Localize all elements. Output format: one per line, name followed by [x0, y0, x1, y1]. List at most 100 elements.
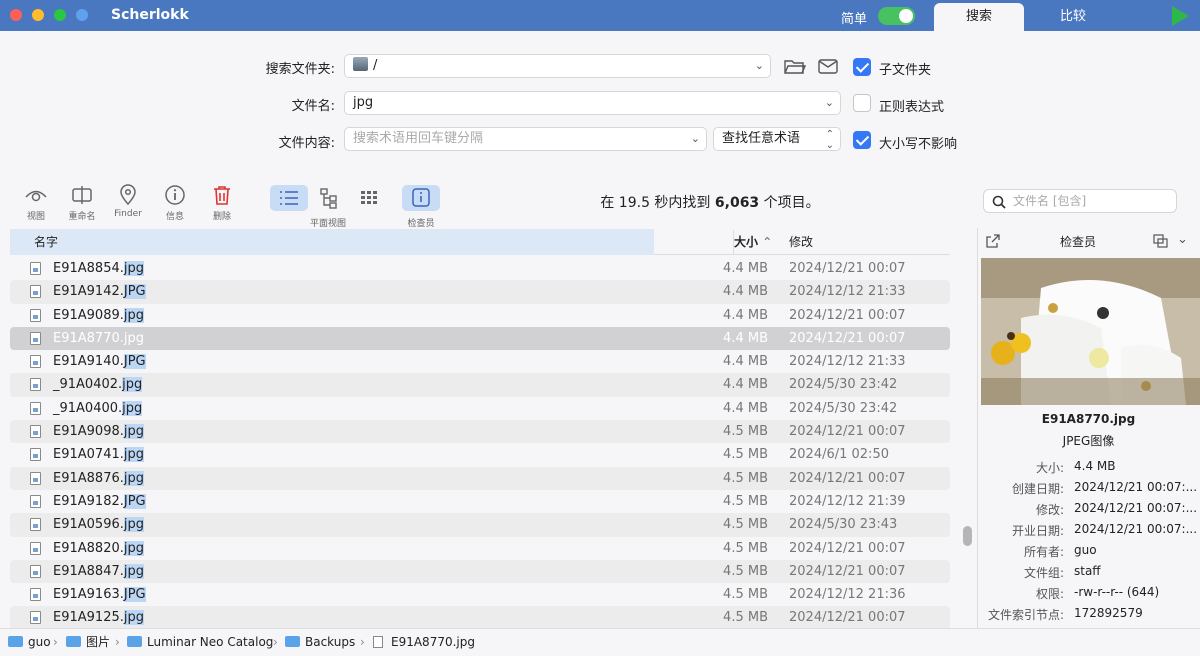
folder-label: 搜索文件夹:	[265, 62, 335, 77]
file-name: E91A8876.jpg	[53, 467, 144, 490]
size-column-header[interactable]: 大小 ⌃	[733, 230, 772, 254]
file-row[interactable]: E91A8770.jpg 4.4 MB 2024/12/21 00:07	[10, 326, 950, 351]
inspector-button[interactable]	[402, 185, 440, 211]
file-size: 4.5 MB	[723, 447, 768, 463]
file-row[interactable]: E91A9089.jpg 4.4 MB 2024/12/21 00:07	[10, 304, 950, 327]
info-label: 信息	[165, 212, 184, 222]
file-row[interactable]: E91A8854.jpg 4.4 MB 2024/12/21 00:07	[10, 257, 950, 280]
image-file-icon	[30, 471, 41, 485]
breadcrumb-item-guo[interactable]: guo	[8, 629, 51, 656]
file-modified-date: 2024/12/21 00:07	[789, 424, 906, 440]
property-value: 4.4 MB	[1074, 459, 1116, 473]
name-column-header[interactable]	[10, 229, 654, 255]
file-size: 4.5 MB	[723, 470, 768, 486]
folder-select[interactable]: / ⌄	[344, 54, 771, 78]
folder-open-icon[interactable]	[784, 58, 806, 74]
case-insensitive-checkbox[interactable]	[853, 131, 871, 149]
inspector-file-type: JPEG图像	[1062, 434, 1115, 448]
disk-icon	[353, 57, 368, 71]
filename-filter-input[interactable]: 文件名 [包含]	[983, 189, 1177, 213]
delete-button[interactable]: 删除	[202, 184, 242, 222]
regex-label: 正则表达式	[879, 100, 945, 115]
file-list[interactable]: E91A8854.jpg 4.4 MB 2024/12/21 00:07 E91A91…	[10, 257, 950, 630]
file-name: E91A0596.jpg	[53, 513, 144, 536]
file-row[interactable]: _91A0402.jpg 4.4 MB 2024/5/30 23:42	[10, 373, 950, 397]
close-window-button[interactable]	[10, 9, 22, 21]
file-base-name: E91A0741.	[53, 447, 124, 463]
breadcrumb-item-pictures[interactable]: 图片	[66, 629, 110, 656]
content-input[interactable]: 搜索术语用回车键分隔 ⌄	[344, 127, 707, 151]
grid-view-button[interactable]	[350, 185, 388, 211]
rename-button[interactable]: 重命名	[62, 184, 102, 222]
filename-input[interactable]: jpg ⌄	[344, 91, 841, 115]
file-extension-match: jpg	[123, 424, 144, 440]
chevron-down-icon: ⌄	[690, 132, 700, 145]
file-row[interactable]: E91A9125.jpg 4.5 MB 2024/12/21 00:07	[10, 606, 950, 630]
file-modified-date: 2024/12/12 21:36	[789, 587, 906, 603]
breadcrumb-label: Backups	[305, 635, 356, 649]
mail-icon[interactable]	[818, 59, 838, 74]
finder-button[interactable]: Finder	[108, 184, 148, 219]
file-modified-date: 2024/12/12 21:39	[789, 493, 906, 509]
results-summary: 在 19.5 秒内找到 6,063 个项目。	[480, 192, 940, 212]
file-name: E91A9125.jpg	[53, 606, 144, 629]
file-name: E91A0741.jpg	[53, 443, 144, 466]
zoom-window-button[interactable]	[54, 9, 66, 21]
image-file-icon	[30, 518, 41, 532]
file-row[interactable]: E91A8820.jpg 4.5 MB 2024/12/21 00:07	[10, 537, 950, 560]
tab-search[interactable]: 搜索	[934, 3, 1024, 31]
view-label: 视图	[26, 212, 45, 222]
file-row[interactable]: E91A9140.JPG 4.4 MB 2024/12/12 21:33	[10, 350, 950, 373]
file-row[interactable]: E91A0596.jpg 4.5 MB 2024/5/30 23:43	[10, 513, 950, 537]
file-modified-date: 2024/5/30 23:42	[789, 377, 898, 393]
list-scrollbar[interactable]	[963, 526, 972, 546]
chevron-down-icon[interactable]: ⌄	[1177, 232, 1188, 247]
title-bar: Scherlokk 简单 搜索 比较	[0, 0, 1200, 31]
file-base-name: E91A9163.	[53, 587, 124, 603]
modified-column-header[interactable]: 修改	[789, 230, 813, 254]
tree-view-button[interactable]	[310, 185, 348, 211]
minimize-window-button[interactable]	[32, 9, 44, 21]
file-size: 4.5 MB	[723, 587, 768, 603]
filename-label: 文件名:	[291, 99, 335, 114]
folder-icon	[285, 636, 300, 647]
file-row[interactable]: E91A9163.JPG 4.5 MB 2024/12/12 21:36	[10, 583, 950, 606]
tab-compare[interactable]: 比较	[1028, 3, 1118, 31]
file-row[interactable]: E91A9142.JPG 4.4 MB 2024/12/12 21:33	[10, 280, 950, 304]
file-row[interactable]: E91A0741.jpg 4.5 MB 2024/6/1 02:50	[10, 443, 950, 466]
file-extension-match: jpg	[123, 307, 144, 323]
breadcrumb-item-backups[interactable]: Backups	[285, 629, 355, 656]
file-row[interactable]: _91A0400.jpg 4.4 MB 2024/5/30 23:42	[10, 397, 950, 420]
size-column-label: 大小	[734, 235, 759, 249]
image-file-icon	[30, 401, 41, 415]
file-base-name: _91A0400.	[53, 400, 123, 416]
file-size: 4.4 MB	[723, 307, 768, 323]
name-column-label: 名字	[34, 235, 59, 249]
file-name: E91A8847.jpg	[53, 560, 144, 583]
file-row[interactable]: E91A9098.jpg 4.5 MB 2024/12/21 00:07	[10, 420, 950, 444]
breadcrumb-item-catalog[interactable]: Luminar Neo Catalog	[127, 629, 273, 656]
view-button[interactable]: 视图	[16, 184, 56, 222]
regex-checkbox[interactable]	[853, 94, 871, 112]
copy-icon[interactable]	[1153, 234, 1169, 248]
image-file-icon	[30, 494, 41, 508]
list-icon	[280, 191, 298, 205]
subfolders-label: 子文件夹	[879, 63, 932, 78]
file-row[interactable]: E91A9182.JPG 4.5 MB 2024/12/12 21:39	[10, 490, 950, 513]
file-row[interactable]: E91A8876.jpg 4.5 MB 2024/12/21 00:07	[10, 466, 950, 490]
info-button[interactable]: 信息	[155, 184, 195, 222]
breadcrumb-item-file[interactable]: E91A8770.jpg	[373, 629, 475, 656]
file-modified-date: 2024/5/30 23:42	[789, 400, 898, 416]
file-modified-date: 2024/12/21 00:07	[789, 261, 906, 276]
simple-mode-toggle[interactable]	[878, 7, 915, 25]
app-dot-icon	[76, 9, 88, 21]
subfolders-checkbox[interactable]	[853, 58, 871, 76]
file-base-name: _91A0402.	[53, 377, 123, 393]
list-view-button[interactable]	[270, 185, 308, 211]
file-row[interactable]: E91A8847.jpg 4.5 MB 2024/12/21 00:07	[10, 559, 950, 584]
run-search-icon[interactable]	[1172, 6, 1189, 26]
open-external-icon[interactable]	[986, 234, 1000, 248]
file-size: 4.5 MB	[723, 540, 768, 556]
property-value: 172892579	[1074, 606, 1143, 620]
match-mode-select[interactable]: 查找任意术语 ⌃ ⌄	[713, 127, 841, 151]
